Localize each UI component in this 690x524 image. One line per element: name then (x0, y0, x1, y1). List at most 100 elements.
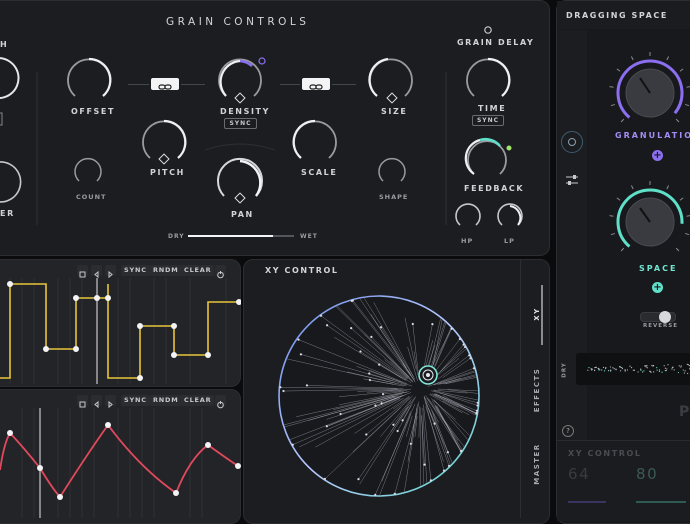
xy-cursor[interactable] (419, 366, 437, 384)
tab-effects[interactable]: EFFECTS (533, 360, 541, 420)
waveform-dot (687, 373, 688, 374)
prev-icon[interactable] (91, 265, 102, 276)
waveform-dot (595, 367, 596, 368)
xy-particle-dot (424, 464, 426, 466)
help-icon[interactable]: ? (562, 425, 574, 437)
left-partial-knob-bottom[interactable] (0, 162, 21, 202)
grain-delay-time-knob[interactable] (467, 59, 509, 96)
offset-knob[interactable] (68, 59, 110, 96)
pan-knob[interactable] (218, 159, 262, 196)
waveform-dot (631, 367, 632, 368)
reverse-toggle[interactable] (640, 312, 676, 322)
waveform-dot (666, 368, 667, 369)
waveform-dot (620, 370, 621, 371)
space-knob[interactable] (605, 177, 690, 267)
density-knob[interactable] (219, 58, 265, 96)
space-partial-label: P (679, 404, 690, 420)
waveform-dot (643, 370, 644, 371)
knob-tick (610, 216, 614, 217)
hp-knob[interactable] (456, 204, 480, 225)
drywet-slider-track[interactable] (188, 235, 294, 237)
link-density-size-button[interactable] (302, 78, 330, 90)
time-sync-button[interactable]: SYNC (472, 115, 504, 126)
xy-particle-dot (306, 384, 308, 386)
waveform-dot (627, 369, 628, 370)
waveform-dot (688, 364, 689, 365)
knob-tick (631, 56, 633, 60)
knob-tick (687, 87, 690, 88)
xy-particle-dot (282, 390, 284, 392)
grain-delay-power-icon[interactable] (485, 27, 491, 33)
xy-particle-dot (477, 405, 479, 407)
knob-tick (621, 248, 624, 251)
seq1-clear-button[interactable]: CLEAR (181, 265, 214, 276)
waveform-dot (594, 370, 595, 371)
pitch-knob[interactable] (143, 121, 185, 158)
sidebar-mixer-icon[interactable] (564, 172, 580, 188)
feedback-knob[interactable] (466, 139, 512, 174)
left-partial-knob-top[interactable] (0, 58, 19, 98)
waveform-dot (634, 370, 635, 371)
tab-master[interactable]: MASTER (533, 434, 541, 494)
waveform-dot (610, 366, 611, 367)
xy-pad[interactable] (270, 287, 488, 505)
xy-particle-dot (470, 357, 472, 359)
waveform-dot (601, 369, 602, 370)
pitch-label: PITCH (150, 168, 185, 177)
xy-particle-dot (448, 465, 450, 467)
next-icon[interactable] (105, 395, 116, 406)
seq2-clear-button[interactable]: CLEAR (181, 395, 214, 406)
save-icon[interactable] (77, 265, 88, 276)
xy-particle-dot (410, 443, 412, 445)
granulation-add-button[interactable]: + (652, 150, 663, 161)
waveform-dot (588, 367, 589, 368)
xy-particle-dot (464, 346, 466, 348)
seq2-sync-button[interactable]: SYNC (121, 395, 150, 406)
shape-label: SHAPE (379, 193, 408, 201)
xy-particle-dot (468, 354, 470, 356)
sequencer-1-graph[interactable] (0, 278, 241, 384)
waveform-dot (603, 367, 604, 368)
grain-delay-title: GRAIN DELAY (457, 38, 534, 47)
space-dry-label: DRY (562, 362, 568, 377)
link-line-right (280, 84, 300, 85)
time-label: TIME (478, 104, 506, 113)
waveform-dot (622, 368, 623, 369)
xy-particle-dot (394, 493, 396, 495)
seq1-rndm-button[interactable]: RNDM (150, 265, 182, 276)
xy-particle-dot (397, 430, 399, 432)
knob-tick (685, 233, 689, 234)
xy-particle-dot (459, 338, 461, 340)
xy-particle-dot (359, 351, 361, 353)
link-icon (151, 81, 179, 93)
waveform-dot (599, 369, 600, 370)
space-add-button[interactable]: + (652, 282, 663, 293)
knob-tick (680, 198, 683, 200)
knob-tick (611, 233, 615, 234)
xy-particle-dot (460, 450, 462, 452)
next-icon[interactable] (105, 265, 116, 276)
shape-knob[interactable] (379, 159, 405, 181)
prev-icon[interactable] (91, 395, 102, 406)
lp-knob[interactable] (498, 204, 522, 225)
seq2-power-icon[interactable] (215, 395, 226, 406)
tab-xy[interactable]: XY (533, 299, 541, 329)
wet-label: WET (300, 233, 318, 240)
waveform-dot (638, 371, 639, 372)
seq1-power-icon[interactable] (215, 265, 226, 276)
xy-particle-dot (350, 327, 352, 329)
scale-knob[interactable] (294, 121, 336, 158)
sequencer-2-graph[interactable] (0, 408, 241, 518)
waveform-dot (629, 366, 630, 367)
seq2-rndm-button[interactable]: RNDM (150, 395, 182, 406)
link-offset-density-button[interactable] (151, 78, 179, 90)
density-sync-button[interactable]: SYNC (224, 118, 257, 129)
granulation-knob[interactable] (605, 48, 690, 138)
seq1-sync-button[interactable]: SYNC (121, 265, 150, 276)
xy-particle-dot (431, 323, 433, 325)
size-knob[interactable] (369, 59, 412, 96)
link-line-left2 (181, 84, 205, 85)
count-knob[interactable] (75, 159, 101, 181)
save-icon[interactable] (77, 395, 88, 406)
waveform-dot (614, 368, 615, 369)
